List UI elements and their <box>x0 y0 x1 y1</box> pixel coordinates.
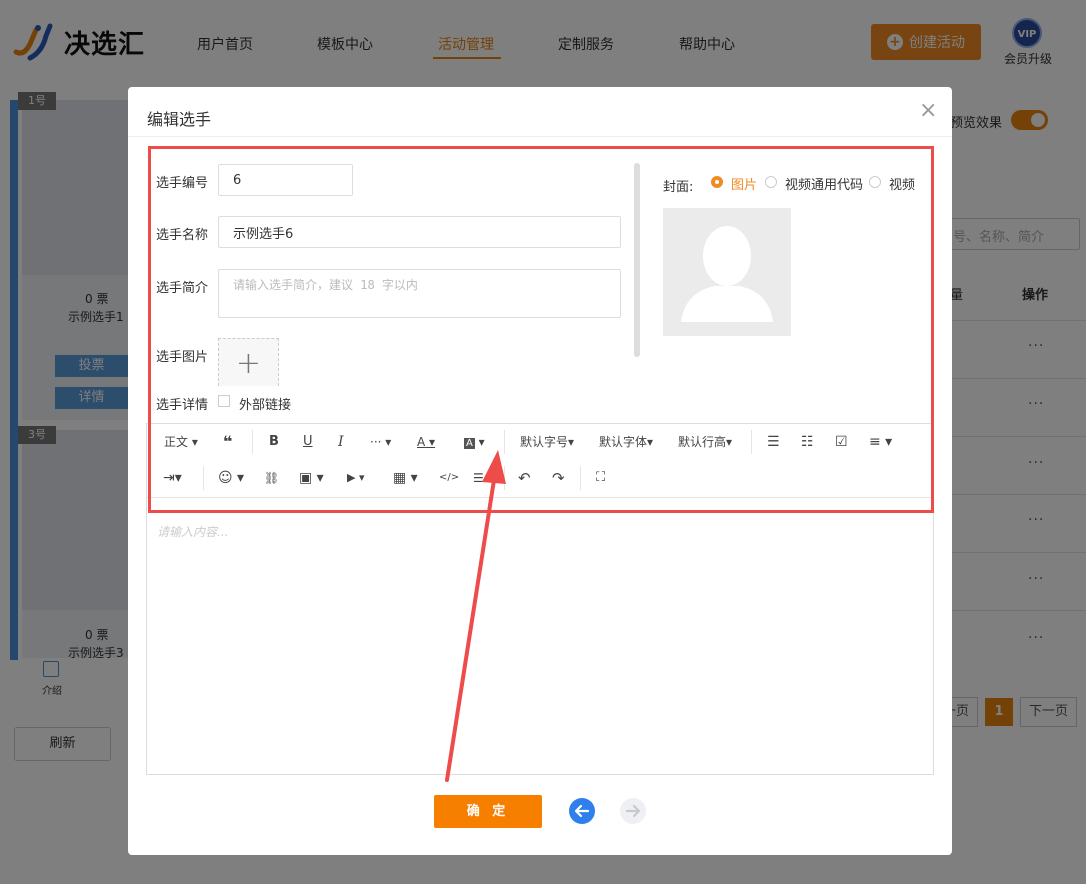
confirm-button[interactable]: 确 定 <box>434 795 542 828</box>
modal-divider <box>128 136 952 137</box>
highlight-box <box>148 146 934 513</box>
modal-title: 编辑选手 <box>147 110 212 129</box>
annotation-arrow-icon <box>445 450 506 782</box>
arrow-right-icon[interactable] <box>620 798 646 824</box>
arrow-left-icon[interactable] <box>569 798 595 824</box>
close-icon[interactable]: × <box>919 100 937 122</box>
editor-placeholder[interactable]: 请输入内容... <box>157 523 228 540</box>
